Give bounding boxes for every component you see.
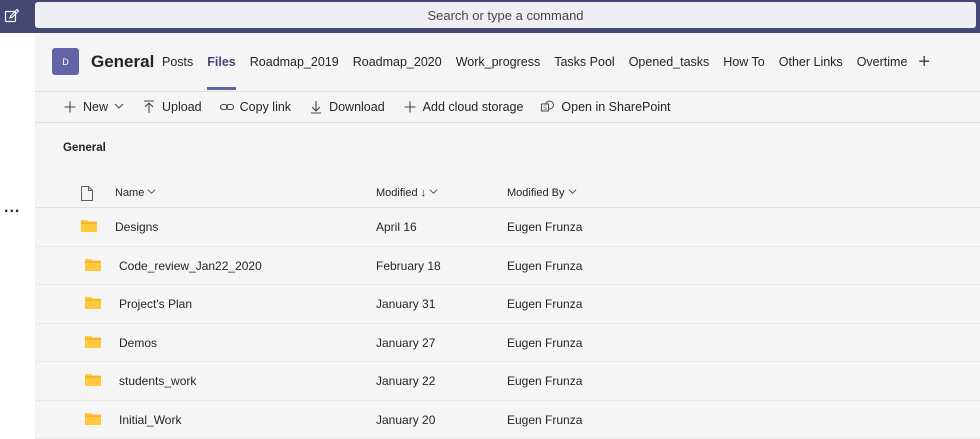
modified-date: January 31 — [376, 297, 436, 311]
plus-icon — [63, 100, 77, 114]
table-row[interactable]: Designs April 16 Eugen Frunza — [35, 208, 980, 247]
tab-how-to[interactable]: How To — [723, 55, 764, 91]
tab-posts[interactable]: Posts — [162, 55, 193, 91]
folder-icon — [85, 335, 101, 348]
main-content: D General Posts Files Roadmap_2019 Roadm… — [35, 33, 980, 439]
download-button[interactable]: Download — [309, 100, 385, 114]
tab-tasks-pool[interactable]: Tasks Pool — [554, 55, 614, 91]
more-options-icon[interactable]: ... — [4, 199, 20, 217]
compose-icon[interactable] — [4, 8, 20, 24]
folder-icon — [81, 219, 97, 232]
channel-header: D General Posts Files Roadmap_2019 Roadm… — [35, 33, 980, 91]
column-header-modified-by[interactable]: Modified By — [507, 187, 577, 199]
tab-other-links[interactable]: Other Links — [779, 55, 843, 91]
modified-by: Eugen Frunza — [507, 335, 583, 350]
tab-roadmap-2019[interactable]: Roadmap_2019 — [250, 55, 339, 91]
tab-work-progress[interactable]: Work_progress — [456, 55, 541, 91]
link-icon — [219, 100, 234, 114]
team-avatar: D — [52, 48, 79, 75]
channel-title: General — [91, 52, 155, 71]
left-rail: ... — [0, 33, 35, 439]
modified-date: April 16 — [376, 220, 417, 234]
upload-button[interactable]: Upload — [142, 100, 202, 114]
table-row[interactable]: Initial_Work January 20 Eugen Frunza — [35, 400, 980, 439]
folder-icon — [85, 296, 101, 309]
new-label: New — [83, 100, 109, 114]
table-header: Name Modified ↓ Modified By — [35, 177, 980, 208]
folder-icon — [85, 373, 101, 386]
table-row[interactable]: Code_review_Jan22_2020 February 18 Eugen… — [35, 246, 980, 285]
column-header-modified[interactable]: Modified ↓ — [376, 187, 438, 199]
top-bar: Search or type a command — [0, 0, 980, 33]
modified-by: Eugen Frunza — [507, 220, 583, 234]
sharepoint-icon: S — [541, 100, 555, 114]
new-button[interactable]: New — [63, 100, 124, 114]
open-in-sharepoint-button[interactable]: S Open in SharePoint — [541, 100, 671, 114]
tab-opened-tasks[interactable]: Opened_tasks — [629, 55, 710, 91]
search-input[interactable]: Search or type a command — [35, 2, 976, 28]
copy-link-button[interactable]: Copy link — [219, 100, 292, 114]
copy-link-label: Copy link — [239, 100, 292, 114]
files-table: Name Modified ↓ Modified By Designs Apri… — [35, 177, 980, 439]
file-name[interactable]: Project's Plan — [119, 297, 192, 311]
add-cloud-storage-label: Add cloud storage — [422, 100, 524, 114]
chevron-down-icon — [147, 189, 156, 194]
tab-roadmap-2020[interactable]: Roadmap_2020 — [353, 55, 442, 91]
chevron-down-icon — [114, 100, 124, 114]
folder-icon — [85, 412, 101, 425]
file-type-icon[interactable] — [81, 186, 93, 204]
modified-date: February 18 — [376, 258, 441, 273]
channel-tabs: Posts Files Roadmap_2019 Roadmap_2020 Wo… — [162, 51, 930, 91]
modified-date: January 20 — [376, 412, 436, 427]
modified-by: Eugen Frunza — [507, 258, 583, 273]
files-toolbar: New Upload Copy link Download Add cloud … — [35, 91, 980, 123]
add-cloud-storage-button[interactable]: Add cloud storage — [403, 100, 524, 114]
modified-by: Eugen Frunza — [507, 374, 583, 388]
file-name[interactable]: Demos — [119, 336, 157, 350]
folder-icon — [85, 258, 101, 271]
svg-text:S: S — [543, 106, 547, 112]
modified-by: Eugen Frunza — [507, 412, 583, 427]
modified-by: Eugen Frunza — [507, 297, 583, 311]
tab-files[interactable]: Files — [207, 55, 236, 91]
file-name[interactable]: Code_review_Jan22_2020 — [119, 259, 262, 273]
chevron-down-icon — [568, 189, 576, 194]
file-name[interactable]: students_work — [119, 374, 196, 388]
folder-breadcrumb: General — [63, 142, 106, 154]
column-header-name[interactable]: Name — [115, 187, 156, 199]
table-row[interactable]: students_work January 22 Eugen Frunza — [35, 362, 980, 401]
plus-icon — [403, 100, 417, 114]
upload-label: Upload — [162, 100, 202, 114]
download-icon — [309, 100, 323, 114]
chevron-down-icon — [429, 189, 438, 194]
modified-date: January 27 — [376, 335, 436, 350]
add-tab-button[interactable]: + — [918, 51, 930, 74]
upload-icon — [142, 100, 156, 114]
table-row[interactable]: Project's Plan January 31 Eugen Frunza — [35, 285, 980, 324]
file-name[interactable]: Designs — [115, 220, 158, 234]
download-label: Download — [329, 100, 385, 114]
file-name[interactable]: Initial_Work — [119, 413, 181, 427]
table-row[interactable]: Demos January 27 Eugen Frunza — [35, 323, 980, 362]
open-in-sharepoint-label: Open in SharePoint — [561, 100, 671, 114]
tab-overtime[interactable]: Overtime — [857, 55, 908, 91]
modified-date: January 22 — [376, 374, 436, 388]
